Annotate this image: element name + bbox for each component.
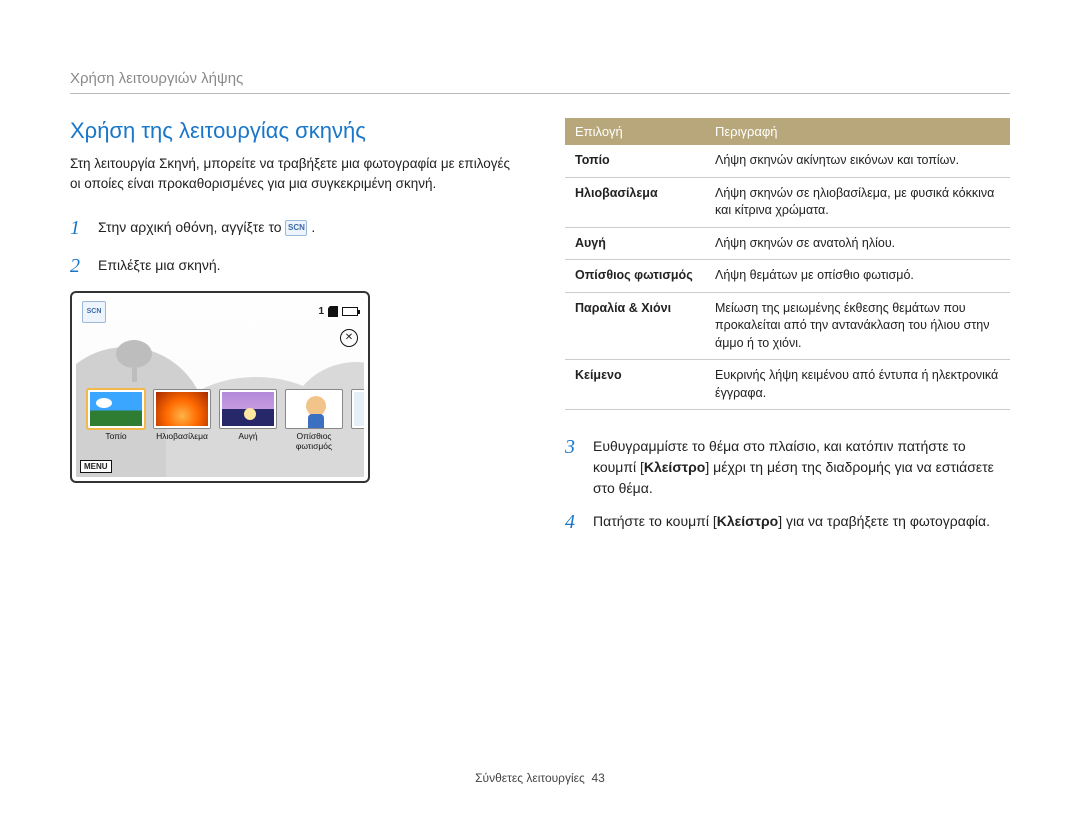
table-row: Τοπίο Λήψη σκηνών ακίνητων εικόνων και τ…: [565, 145, 1010, 177]
scene-thumb-landscape[interactable]: Τοπίο: [88, 390, 144, 451]
table-header-option: Επιλογή: [565, 118, 705, 145]
scene-label: Ηλιοβασίλεμα: [154, 431, 210, 441]
table-row: Οπίσθιος φωτισμός Λήψη θεμάτων με οπίσθι…: [565, 260, 1010, 293]
option-cell: Ηλιοβασίλεμα: [565, 177, 705, 227]
backlight-icon: [286, 390, 342, 428]
lcd-screen: SCN 1 ✕: [76, 297, 364, 477]
lcd-status-right: 1: [318, 301, 358, 323]
scene-label: Τοπίο: [88, 431, 144, 441]
scene-thumb-sunset[interactable]: Ηλιοβασίλεμα: [154, 390, 210, 451]
option-cell: Κείμενο: [565, 360, 705, 410]
manual-page: Χρήση λειτουργιών λήψης Χρήση της λειτου…: [0, 0, 1080, 545]
scene-thumb-backlight[interactable]: Οπίσθιος φωτισμός: [286, 390, 342, 451]
sd-card-icon: [328, 306, 338, 317]
step-number: 2: [70, 251, 86, 281]
option-cell: Αυγή: [565, 227, 705, 260]
table-header-description: Περιγραφή: [705, 118, 1010, 145]
more-scenes-icon: [352, 390, 364, 428]
scene-label: Οπίσθιος φωτισμός: [286, 431, 342, 451]
step-number: 1: [70, 213, 86, 243]
step-4: 4 Πατήστε το κουμπί [Κλείστρο] για να τρ…: [565, 507, 1010, 537]
step-3: 3 Ευθυγραμμίστε το θέμα στο πλαίσιο, και…: [565, 432, 1010, 499]
step-1-post: .: [311, 219, 315, 235]
footer-section-label: Σύνθετες λειτουργίες: [475, 771, 585, 785]
step-2: 2 Επιλέξτε μια σκηνή.: [70, 251, 515, 281]
option-cell: Τοπίο: [565, 145, 705, 177]
step-text: Στην αρχική οθόνη, αγγίξτε το SCN .: [98, 213, 315, 243]
scene-thumb-more[interactable]: [352, 390, 364, 451]
step-text: Πατήστε το κουμπί [Κλείστρο] για να τραβ…: [593, 507, 990, 537]
description-cell: Λήψη θεμάτων με οπίσθιο φωτισμό.: [705, 260, 1010, 293]
lcd-status-bar: SCN 1: [76, 297, 364, 327]
scene-thumbnails-row: Τοπίο Ηλιοβασίλεμα Αυγή Οπίσθιος φω: [88, 390, 364, 451]
scene-thumb-dawn[interactable]: Αυγή: [220, 390, 276, 451]
step-text: Ευθυγραμμίστε το θέμα στο πλαίσιο, και κ…: [593, 432, 1010, 499]
description-cell: Λήψη σκηνών ακίνητων εικόνων και τοπίων.: [705, 145, 1010, 177]
table-row: Κείμενο Ευκρινής λήψη κειμένου από έντυπ…: [565, 360, 1010, 410]
description-cell: Λήψη σκηνών σε ανατολή ηλίου.: [705, 227, 1010, 260]
right-column: Επιλογή Περιγραφή Τοπίο Λήψη σκηνών ακίν…: [565, 118, 1010, 545]
scene-label: Αυγή: [220, 431, 276, 441]
camera-lcd-illustration: SCN 1 ✕: [70, 291, 370, 483]
option-cell: Παραλία & Χιόνι: [565, 292, 705, 360]
page-footer: Σύνθετες λειτουργίες 43: [0, 771, 1080, 785]
step-number: 3: [565, 432, 581, 499]
description-cell: Ευκρινής λήψη κειμένου από έντυπα ή ηλεκ…: [705, 360, 1010, 410]
description-cell: Λήψη σκηνών σε ηλιοβασίλεμα, με φυσικά κ…: [705, 177, 1010, 227]
landscape-icon: [88, 390, 144, 428]
description-cell: Μείωση της μειωμένης έκθεσης θεμάτων που…: [705, 292, 1010, 360]
left-column: Χρήση της λειτουργίας σκηνής Στη λειτουρ…: [70, 118, 515, 545]
table-row: Ηλιοβασίλεμα Λήψη σκηνών σε ηλιοβασίλεμα…: [565, 177, 1010, 227]
section-title: Χρήση της λειτουργίας σκηνής: [70, 118, 515, 144]
shutter-label: Κλείστρο: [717, 513, 778, 529]
shot-count: 1: [318, 306, 324, 317]
breadcrumb: Χρήση λειτουργιών λήψης: [70, 70, 1010, 94]
step-4-a: Πατήστε το κουμπί [: [593, 513, 717, 529]
flash-off-icon: ✕: [340, 329, 358, 347]
scene-options-table: Επιλογή Περιγραφή Τοπίο Λήψη σκηνών ακίν…: [565, 118, 1010, 410]
step-4-b: ] για να τραβήξετε τη φωτογραφία.: [778, 513, 990, 529]
menu-button[interactable]: MENU: [80, 460, 112, 473]
page-number: 43: [591, 771, 604, 785]
dawn-icon: [220, 390, 276, 428]
option-cell: Οπίσθιος φωτισμός: [565, 260, 705, 293]
step-number: 4: [565, 507, 581, 537]
tree-icon: [116, 340, 152, 382]
scn-mode-icon: SCN: [82, 301, 106, 323]
step-1: 1 Στην αρχική οθόνη, αγγίξτε το SCN .: [70, 213, 515, 243]
step-1-pre: Στην αρχική οθόνη, αγγίξτε το: [98, 219, 285, 235]
step-text: Επιλέξτε μια σκηνή.: [98, 251, 221, 281]
intro-paragraph: Στη λειτουργία Σκηνή, μπορείτε να τραβήξ…: [70, 154, 515, 195]
table-row: Αυγή Λήψη σκηνών σε ανατολή ηλίου.: [565, 227, 1010, 260]
shutter-label: Κλείστρο: [644, 459, 705, 475]
table-row: Παραλία & Χιόνι Μείωση της μειωμένης έκθ…: [565, 292, 1010, 360]
battery-icon: [342, 307, 358, 316]
two-column-layout: Χρήση της λειτουργίας σκηνής Στη λειτουρ…: [70, 118, 1010, 545]
sunset-icon: [154, 390, 210, 428]
scn-mode-icon: SCN: [285, 220, 307, 236]
